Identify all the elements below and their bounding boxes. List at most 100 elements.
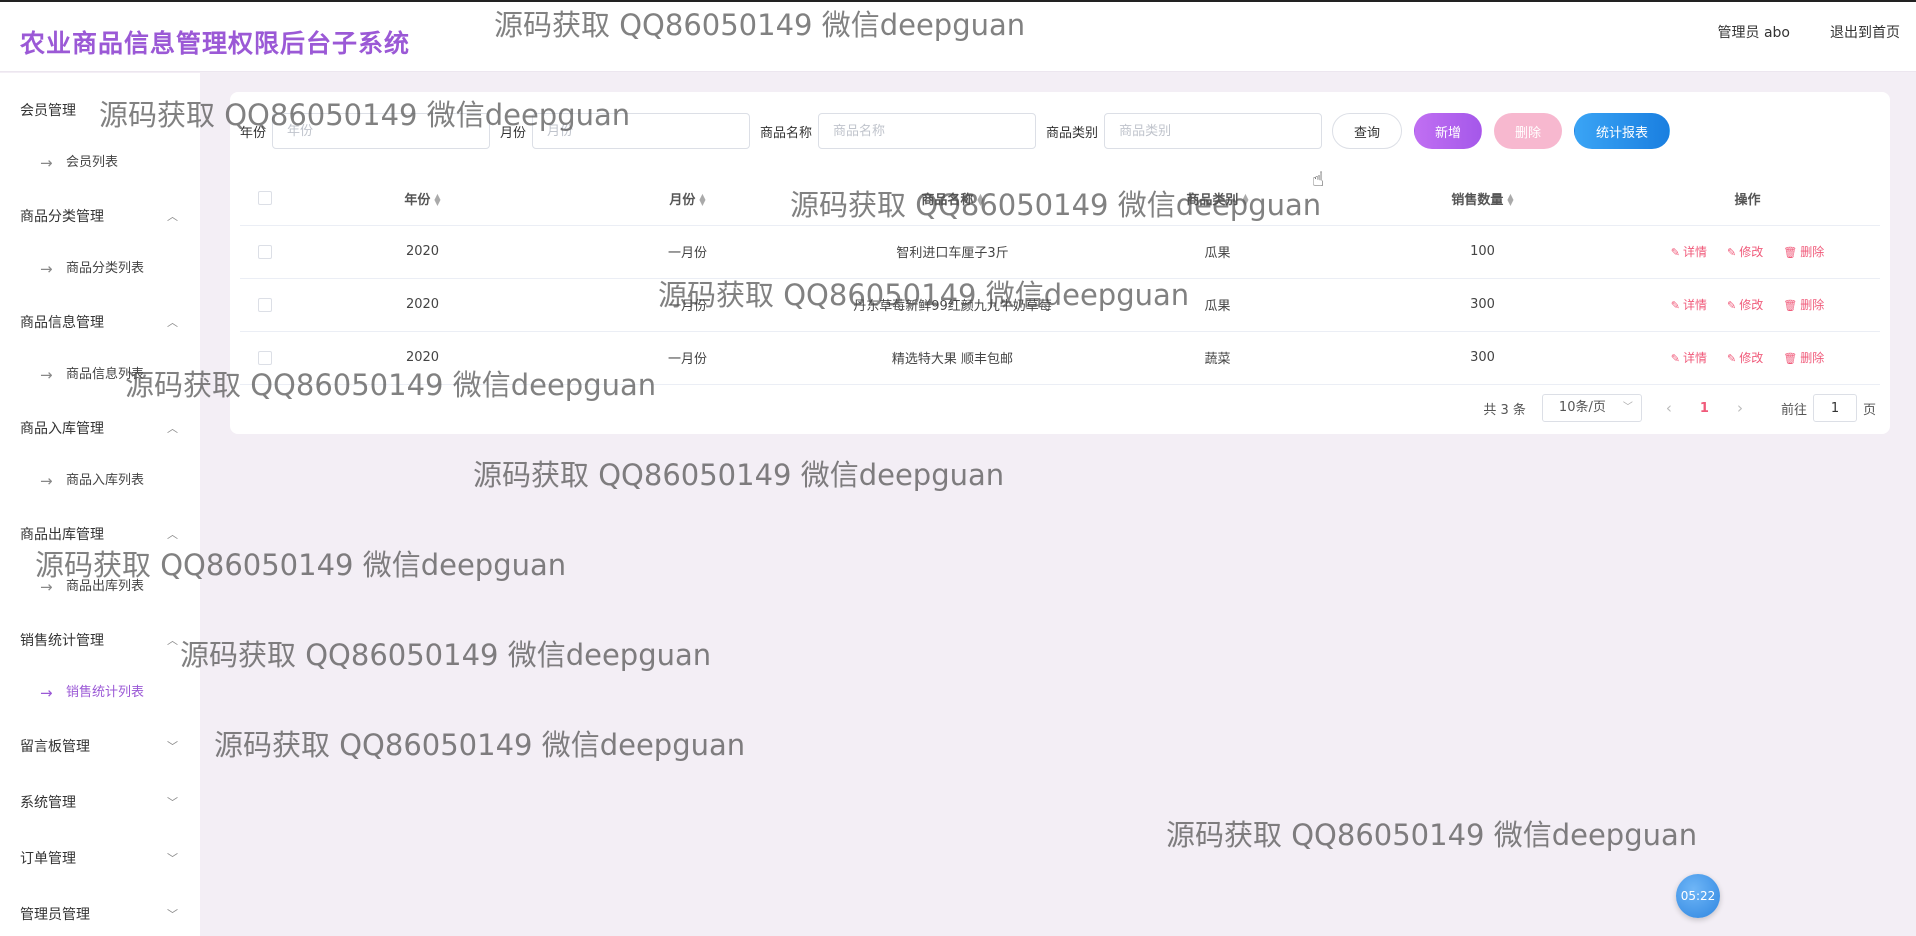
menu-sub-label: 会员列表 bbox=[66, 155, 119, 170]
select-all-checkbox[interactable] bbox=[258, 191, 272, 206]
cell-category: 瓜果 bbox=[1085, 278, 1350, 332]
delete-button[interactable]: 删除 bbox=[1494, 113, 1563, 149]
delete-label: 删除 bbox=[1800, 298, 1825, 312]
col-quantity[interactable]: 销售数量 ▲ ▼ bbox=[1350, 172, 1615, 226]
page-size-select[interactable]: 10条/页 ﹀ bbox=[1541, 394, 1642, 422]
cell-category: 蔬菜 bbox=[1085, 331, 1350, 385]
table-header-row: 年份 ▲ ▼ 月份 ▲ ▼ 商品名称 ▲ ▼ 商品类别 ▲ ▼ 销售数量 ▲ ▼ 操作 bbox=[240, 172, 1880, 226]
menu-sub-label: 销售统计列表 bbox=[66, 685, 145, 700]
prev-page-icon[interactable]: ‹ bbox=[1666, 399, 1672, 417]
row-select-cell bbox=[240, 225, 290, 279]
menu-head-stock-in[interactable]: 商品入库管理 ︿ bbox=[0, 414, 200, 444]
menu-head-sales[interactable]: 销售统计管理 ︿ bbox=[0, 626, 200, 656]
trash-icon: 🗑 bbox=[1783, 299, 1798, 312]
menu-sub-label: 商品入库列表 bbox=[66, 473, 145, 488]
menu-sub-label: 商品信息列表 bbox=[66, 367, 145, 382]
row-checkbox[interactable] bbox=[258, 244, 272, 259]
cell-month: 一月份 bbox=[555, 225, 820, 279]
edit-icon: ✎ bbox=[1670, 352, 1680, 365]
edit-button[interactable]: ✎ 修改 bbox=[1727, 243, 1763, 260]
chevron-up-icon: ︿ bbox=[167, 210, 178, 223]
name-label: 商品名称 bbox=[760, 125, 813, 141]
query-button[interactable]: 查询 bbox=[1332, 113, 1403, 149]
chevron-down-icon: ﹀ bbox=[167, 908, 178, 921]
table-row: 2020 一月份 精选特大果 顺丰包邮 蔬菜 300 ✎ 详情 ✎ 修改 🗑 删除 bbox=[240, 331, 1880, 385]
month-input[interactable] bbox=[532, 113, 751, 149]
goto-prefix: 前往 bbox=[1780, 402, 1807, 418]
edit-icon: ✎ bbox=[1727, 246, 1737, 259]
arrow-right-icon: → bbox=[40, 684, 53, 702]
delete-row-button[interactable]: 🗑 删除 bbox=[1783, 296, 1824, 313]
detail-button[interactable]: ✎ 详情 bbox=[1671, 243, 1707, 260]
col-month[interactable]: 月份 ▲ ▼ bbox=[555, 172, 820, 226]
cell-category: 瓜果 bbox=[1085, 225, 1350, 279]
delete-label: 删除 bbox=[1800, 245, 1825, 259]
user-label[interactable]: 管理员 abo bbox=[1718, 22, 1790, 42]
menu-sub-stock-out[interactable]: → 商品出库列表 bbox=[0, 572, 200, 602]
sidebar: 会员管理 → 会员列表 商品分类管理 ︿ → 商品分类列表 商品信息管理 ︿ → 商品信息… bbox=[0, 73, 200, 936]
menu-head-stock-out[interactable]: 商品出库管理 ︿ bbox=[0, 520, 200, 550]
delete-row-button[interactable]: 🗑 删除 bbox=[1783, 243, 1824, 260]
menu-sub-label: 商品出库列表 bbox=[66, 579, 145, 594]
arrow-right-icon: → bbox=[40, 578, 53, 596]
menu-group-system: 系统管理 ﹀ bbox=[0, 788, 200, 818]
menu-sub-category[interactable]: → 商品分类列表 bbox=[0, 254, 200, 284]
detail-label: 详情 bbox=[1682, 245, 1707, 259]
col-year[interactable]: 年份 ▲ ▼ bbox=[290, 172, 555, 226]
menu-sub-sales-active[interactable]: → 销售统计列表 bbox=[0, 678, 200, 708]
detail-button[interactable]: ✎ 详情 bbox=[1671, 296, 1707, 313]
menu-sub-members[interactable]: → 会员列表 bbox=[0, 148, 200, 178]
col-category-label: 商品类别 bbox=[1186, 192, 1239, 208]
menu-head-label: 商品入库管理 bbox=[20, 421, 104, 437]
menu-group-stock-in: 商品入库管理 ︿ → 商品入库列表 bbox=[0, 414, 200, 496]
app-title: 农业商品信息管理权限后台子系统 bbox=[20, 29, 411, 58]
menu-head-orders[interactable]: 订单管理 ﹀ bbox=[0, 844, 200, 874]
next-page-icon[interactable]: › bbox=[1737, 399, 1743, 417]
search-bar: 年份 月份 商品名称 商品类别 查询 新增 删除 统计报表 bbox=[240, 112, 1671, 150]
col-name[interactable]: 商品名称 ▲ ▼ bbox=[820, 172, 1085, 226]
add-button[interactable]: 新增 bbox=[1414, 113, 1483, 149]
header-actions: 管理员 abo 退出到首页 bbox=[1718, 22, 1900, 42]
row-select-cell bbox=[240, 278, 290, 332]
edit-button[interactable]: ✎ 修改 bbox=[1727, 296, 1763, 313]
watermark: 源码获取 QQ86050149 微信deepguan bbox=[214, 728, 746, 762]
menu-head-admins[interactable]: 管理员管理 ﹀ bbox=[0, 900, 200, 930]
col-category[interactable]: 商品类别 ▲ ▼ bbox=[1085, 172, 1350, 226]
watermark: 源码获取 QQ86050149 微信deepguan bbox=[473, 458, 1005, 492]
row-checkbox[interactable] bbox=[258, 350, 272, 365]
menu-sub-goods[interactable]: → 商品信息列表 bbox=[0, 360, 200, 390]
cell-name: 精选特大果 顺丰包邮 bbox=[820, 331, 1085, 385]
goto-page-input[interactable] bbox=[1812, 394, 1857, 422]
page-number[interactable]: 1 bbox=[1700, 401, 1709, 416]
hand-cursor-icon: ☝ bbox=[1312, 167, 1325, 191]
report-button[interactable]: 统计报表 bbox=[1574, 113, 1671, 149]
month-label: 月份 bbox=[500, 125, 527, 141]
category-input[interactable] bbox=[1104, 113, 1323, 149]
goto-suffix: 页 bbox=[1862, 402, 1876, 418]
menu-head-goods[interactable]: 商品信息管理 ︿ bbox=[0, 308, 200, 338]
delete-row-button[interactable]: 🗑 删除 bbox=[1783, 349, 1824, 366]
detail-button[interactable]: ✎ 详情 bbox=[1671, 349, 1707, 366]
chevron-down-icon: ﹀ bbox=[167, 796, 178, 809]
menu-sub-label: 商品分类列表 bbox=[66, 261, 145, 276]
row-select-cell bbox=[240, 331, 290, 385]
menu-sub-stock-in[interactable]: → 商品入库列表 bbox=[0, 466, 200, 496]
menu-head-label: 商品分类管理 bbox=[20, 209, 104, 225]
exit-link[interactable]: 退出到首页 bbox=[1830, 22, 1900, 42]
menu-head-system[interactable]: 系统管理 ﹀ bbox=[0, 788, 200, 818]
arrow-right-icon: → bbox=[40, 366, 53, 384]
menu-head-label: 商品出库管理 bbox=[20, 527, 104, 543]
edit-button[interactable]: ✎ 修改 bbox=[1727, 349, 1763, 366]
menu-head-label: 留言板管理 bbox=[20, 739, 90, 755]
menu-head-label: 会员管理 bbox=[20, 103, 76, 119]
clock-badge[interactable]: 05:22 bbox=[1676, 874, 1720, 918]
name-input[interactable] bbox=[818, 113, 1037, 149]
year-input[interactable] bbox=[272, 113, 491, 149]
menu-group-stock-out: 商品出库管理 ︿ → 商品出库列表 bbox=[0, 520, 200, 602]
edit-icon: ✎ bbox=[1670, 299, 1680, 312]
menu-head-category[interactable]: 商品分类管理 ︿ bbox=[0, 202, 200, 232]
col-year-label: 年份 bbox=[404, 192, 431, 208]
row-checkbox[interactable] bbox=[258, 297, 272, 312]
menu-head-members[interactable]: 会员管理 bbox=[0, 96, 200, 126]
menu-head-board[interactable]: 留言板管理 ﹀ bbox=[0, 732, 200, 762]
